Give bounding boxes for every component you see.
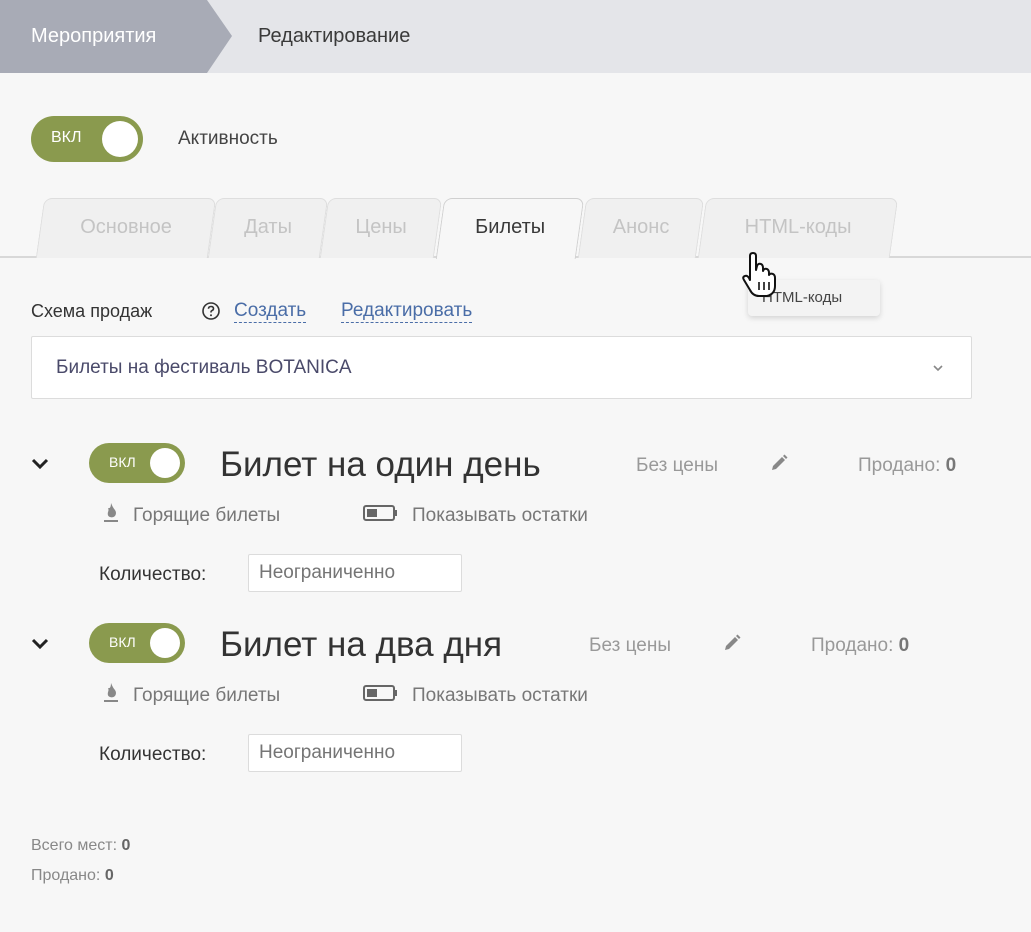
breadcrumb: Мероприятия Редактирование bbox=[0, 0, 1031, 73]
tab-tickets-label: Билеты bbox=[475, 216, 546, 238]
summary-sold: Продано: 0 bbox=[31, 867, 114, 885]
tab-main[interactable]: Основное bbox=[35, 198, 217, 258]
ticket-1-sold-value: 0 bbox=[945, 455, 957, 476]
activity-toggle-label: ВКЛ bbox=[51, 129, 82, 146]
hand-cursor-icon bbox=[742, 252, 776, 297]
ticket-1-sold-label: Продано: bbox=[858, 455, 941, 476]
ticket-1-price: Без цены bbox=[636, 455, 718, 476]
create-scheme-link[interactable]: Создать bbox=[234, 301, 307, 323]
summary-total-value: 0 bbox=[121, 837, 131, 854]
ticket-2-price: Без цены bbox=[589, 635, 671, 656]
toggle-knob bbox=[150, 628, 180, 658]
activity-label: Активность bbox=[178, 128, 278, 149]
breadcrumb-item-events-label: Мероприятия bbox=[31, 25, 157, 47]
tab-announce-label: Анонс bbox=[612, 216, 670, 238]
toggle-knob bbox=[102, 121, 138, 157]
ticket-1-remains-label[interactable]: Показывать остатки bbox=[412, 505, 588, 527]
toggle-knob bbox=[150, 448, 180, 478]
ticket-2-toggle-label: ВКЛ bbox=[109, 634, 136, 650]
ticket-2-sold-label: Продано: bbox=[811, 635, 894, 656]
tab-prices[interactable]: Цены bbox=[319, 198, 443, 258]
summary-sold-value: 0 bbox=[104, 867, 114, 884]
ticket-1-name: Билет на один день bbox=[220, 445, 541, 484]
battery-icon[interactable] bbox=[363, 504, 399, 522]
tab-dates[interactable]: Даты bbox=[207, 198, 329, 258]
edit-price-pencil-icon[interactable] bbox=[769, 453, 789, 473]
sales-scheme-select[interactable]: Билеты на фестиваль BOTANICA bbox=[31, 336, 972, 399]
tab-prices-label: Цены bbox=[355, 216, 407, 238]
fire-icon[interactable] bbox=[102, 502, 120, 524]
summary-total-seats: Всего мест: 0 bbox=[31, 837, 130, 855]
activity-toggle[interactable]: ВКЛ bbox=[31, 116, 143, 162]
ticket-1-quantity-input[interactable] bbox=[248, 554, 462, 592]
ticket-2-sold-value: 0 bbox=[898, 635, 910, 656]
summary-sold-label: Продано: bbox=[31, 867, 101, 884]
tab-dates-label: Даты bbox=[244, 216, 292, 238]
tab-html-codes-label: HTML-коды bbox=[744, 216, 852, 238]
ticket-1-toggle[interactable]: ВКЛ bbox=[89, 443, 185, 483]
ticket-1-quantity-label: Количество: bbox=[99, 564, 207, 585]
chevron-down-icon bbox=[933, 365, 943, 372]
ticket-2-hot-label[interactable]: Горящие билеты bbox=[133, 685, 280, 707]
breadcrumb-item-events[interactable]: Мероприятия bbox=[0, 0, 232, 73]
tab-html-codes[interactable]: HTML-коды bbox=[697, 198, 899, 258]
fire-icon[interactable] bbox=[102, 682, 120, 704]
ticket-1-toggle-label: ВКЛ bbox=[109, 454, 136, 470]
collapse-ticket-1-icon[interactable] bbox=[29, 453, 51, 475]
ticket-2-quantity-label: Количество: bbox=[99, 744, 207, 765]
ticket-2-toggle[interactable]: ВКЛ bbox=[89, 623, 185, 663]
ticket-2-remains-label[interactable]: Показывать остатки bbox=[412, 685, 588, 707]
tab-tickets[interactable]: Билеты bbox=[435, 198, 585, 259]
sales-scheme-selected: Билеты на фестиваль BOTANICA bbox=[56, 357, 352, 378]
breadcrumb-item-editing: Редактирование bbox=[258, 25, 411, 47]
tab-announce[interactable]: Анонс bbox=[577, 198, 705, 258]
ticket-1-sold: Продано: 0 bbox=[858, 455, 956, 477]
ticket-1-hot-label[interactable]: Горящие билеты bbox=[133, 505, 280, 527]
ticket-2-sold: Продано: 0 bbox=[811, 635, 909, 657]
ticket-2-name: Билет на два дня bbox=[220, 625, 503, 664]
collapse-ticket-2-icon[interactable] bbox=[29, 633, 51, 655]
sales-scheme-label: Схема продаж bbox=[31, 301, 153, 321]
ticket-2-quantity-input[interactable] bbox=[248, 734, 462, 772]
help-icon[interactable] bbox=[201, 301, 221, 321]
battery-icon[interactable] bbox=[363, 684, 399, 702]
summary-total-label: Всего мест: bbox=[31, 837, 118, 854]
edit-scheme-link[interactable]: Редактировать bbox=[341, 301, 473, 323]
edit-price-pencil-icon[interactable] bbox=[722, 633, 742, 653]
tab-main-label: Основное bbox=[80, 216, 172, 238]
